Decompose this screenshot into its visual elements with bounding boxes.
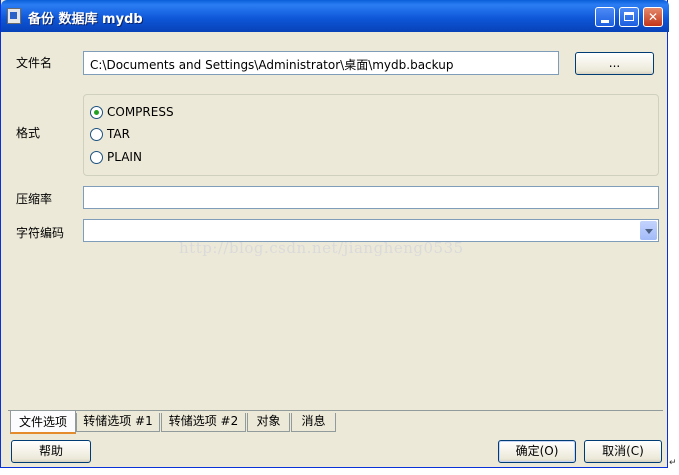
chevron-down-icon[interactable]	[640, 221, 657, 240]
minimize-icon	[601, 20, 609, 23]
help-button[interactable]: 帮助	[11, 440, 91, 463]
browse-button[interactable]: ...	[575, 52, 654, 75]
tab-file-options[interactable]: 文件选项	[10, 411, 76, 434]
format-label: 格式	[16, 126, 41, 140]
format-option-label: PLAIN	[107, 150, 142, 164]
radio-tar[interactable]	[90, 128, 103, 141]
format-option-label: COMPRESS	[107, 105, 174, 119]
maximize-icon	[624, 12, 634, 21]
format-group: COMPRESS TAR PLAIN	[83, 94, 659, 176]
maximize-button[interactable]	[619, 7, 639, 27]
tab-dump-options-1[interactable]: 转储选项 #1	[76, 413, 160, 432]
close-icon: ✕	[647, 10, 659, 24]
close-button[interactable]: ✕	[643, 7, 663, 27]
cancel-button[interactable]: 取消(C)	[584, 440, 662, 463]
filename-input[interactable]: C:\Documents and Settings\Administrator\…	[83, 51, 559, 75]
compression-input[interactable]	[83, 186, 659, 209]
title-bar[interactable]: 备份 数据库 mydb ✕	[1, 0, 669, 32]
format-option-label: TAR	[107, 127, 130, 141]
ok-button[interactable]: 确定(O)	[498, 440, 576, 463]
radio-plain[interactable]	[90, 151, 103, 164]
tab-messages[interactable]: 消息	[291, 413, 336, 432]
radio-compress[interactable]	[90, 106, 103, 119]
tab-dump-options-2[interactable]: 转储选项 #2	[161, 413, 246, 432]
backup-dialog: 备份 数据库 mydb ✕ 文件名 C:\Documents and Setti…	[0, 0, 669, 468]
filename-label: 文件名	[16, 56, 53, 70]
window-title: 备份 数据库 mydb	[28, 12, 143, 27]
app-icon	[7, 8, 21, 24]
watermark-text: http://blog.csdn.net/jiangheng0535	[179, 239, 464, 257]
return-mark-icon: ↵	[669, 458, 677, 468]
minimize-button[interactable]	[595, 7, 615, 27]
encoding-label: 字符编码	[16, 226, 65, 240]
tab-objects[interactable]: 对象	[247, 413, 290, 432]
compression-label: 压缩率	[16, 192, 53, 206]
